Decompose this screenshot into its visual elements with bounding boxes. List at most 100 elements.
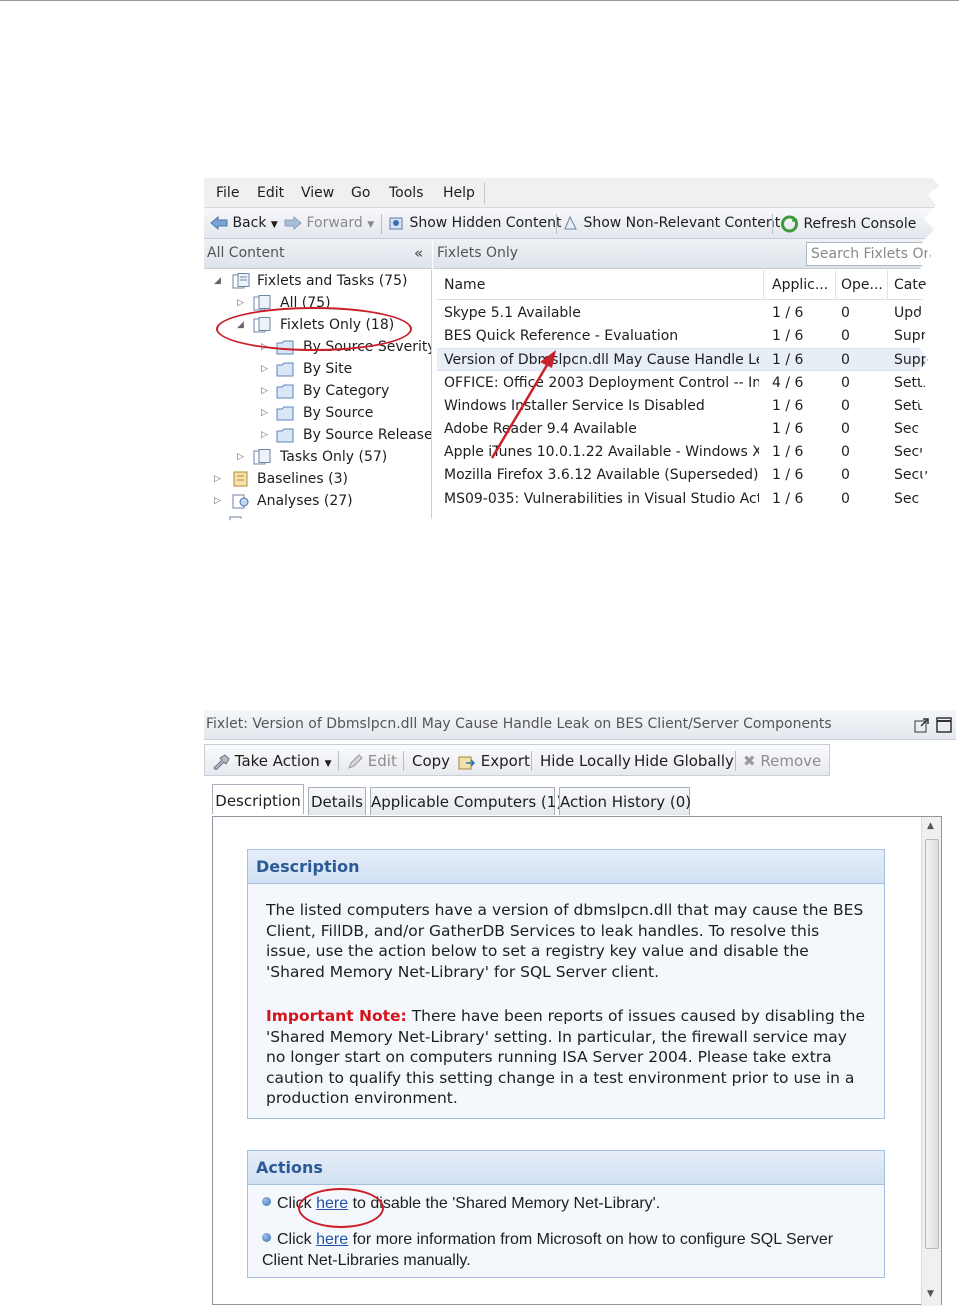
cell-open: 0: [841, 305, 850, 321]
tree-node-tasks-only[interactable]: ▷ Tasks Only (57): [237, 448, 431, 468]
folder-icon: [276, 428, 294, 443]
refresh-icon: [781, 215, 798, 233]
fixlet-title: Fixlet: Version of Dbmslpcn.dll May Caus…: [206, 716, 832, 732]
collapse-pane-icon[interactable]: «: [414, 244, 423, 262]
forward-button[interactable]: Forward ▼: [284, 215, 374, 231]
cell-name: Skype 5.1 Available: [444, 305, 581, 321]
cell-applic: 1 / 6: [772, 444, 804, 461]
refresh-console-button[interactable]: Refresh Console: [780, 215, 916, 233]
menu-edit[interactable]: Edit: [257, 185, 284, 201]
cell-name: Mozilla Firefox 3.6.12 Available (Supers…: [444, 467, 759, 484]
maximize-icon[interactable]: [936, 717, 952, 733]
hide-globally-label: Hide Globally: [634, 752, 734, 770]
collapsed-triangle-icon[interactable]: ▷: [214, 496, 221, 506]
description-paragraph: The listed computers have a version of d…: [266, 901, 864, 981]
description-heading: Description: [248, 850, 884, 884]
cell-applic: 1 / 6: [772, 421, 804, 437]
hide-locally-button[interactable]: Hide Locally: [540, 752, 631, 770]
scroll-up-icon[interactable]: ▲: [927, 821, 934, 831]
expanded-triangle-icon[interactable]: ◢: [214, 276, 221, 286]
edit-label: Edit: [367, 752, 397, 770]
description-section: Description The listed computers have a …: [247, 849, 885, 1119]
remove-button[interactable]: ✖ Remove: [743, 752, 821, 770]
toolbar-separator: [531, 751, 532, 771]
fixlet-detail-screenshot: Fixlet: Version of Dbmslpcn.dll May Caus…: [204, 710, 956, 1306]
collapsed-triangle-icon[interactable]: ▷: [237, 452, 244, 462]
folder-icon: [276, 384, 294, 399]
toolbar-separator: [381, 214, 382, 234]
cell-applic: 4 / 6: [772, 374, 804, 391]
action-2: Click here for more information from Mic…: [262, 1229, 870, 1271]
menu-help[interactable]: Help: [443, 185, 475, 201]
menu-go[interactable]: Go: [351, 185, 370, 201]
take-action-icon: [213, 753, 230, 770]
highlight-ellipse: [216, 307, 412, 351]
action-1-suffix: to disable the 'Shared Memory Net-Librar…: [348, 1195, 661, 1212]
tree-node-fixlets-and-tasks[interactable]: ◢ Fixlets and Tasks (75): [214, 272, 431, 292]
left-pane-header: All Content «: [204, 239, 432, 269]
fixlet-description-panel: Description The listed computers have a …: [212, 816, 942, 1306]
cell-applic: 1 / 6: [772, 467, 804, 484]
export-button[interactable]: Export: [458, 752, 530, 770]
show-non-relevant-button[interactable]: Show Non-Relevant Content: [562, 215, 780, 231]
fixlet-folder-icon: [253, 449, 271, 465]
menu-view[interactable]: View: [301, 185, 334, 201]
collapsed-triangle-icon[interactable]: ▷: [237, 298, 244, 308]
fixlet-list-header: Name Applic... Ope... Cate: [437, 270, 944, 300]
tab-description[interactable]: Description: [212, 784, 304, 814]
copy-button[interactable]: Copy: [412, 752, 450, 770]
column-divider[interactable]: [763, 270, 764, 300]
undock-icon[interactable]: [914, 717, 930, 733]
hide-locally-label: Hide Locally: [540, 752, 631, 770]
tree-node-by-site[interactable]: ▷ By Site: [261, 360, 431, 380]
description-body: The listed computers have a version of d…: [248, 884, 884, 1121]
bullet-icon: [262, 1197, 271, 1206]
collapsed-triangle-icon[interactable]: ▷: [261, 386, 268, 396]
scroll-down-icon[interactable]: ▼: [927, 1289, 934, 1299]
tree-node-by-category[interactable]: ▷ By Category: [261, 382, 431, 402]
page-top-rule: [0, 0, 959, 1]
chevron-down-icon[interactable]: ▼: [367, 220, 374, 230]
toolbar-separator: [556, 214, 557, 234]
tree-node-by-source-release-date[interactable]: ▷ By Source Release D: [261, 426, 431, 446]
cell-applic: 1 / 6: [772, 490, 804, 507]
tab-details[interactable]: Details: [308, 787, 366, 815]
remove-label: Remove: [760, 752, 822, 770]
back-button[interactable]: Back ▼: [210, 215, 278, 231]
collapsed-triangle-icon[interactable]: ▷: [261, 364, 268, 374]
column-divider[interactable]: [887, 270, 888, 300]
table-row[interactable]: Skype 5.1 Available 1 / 6 0 Upd: [437, 302, 944, 325]
column-header-applicable[interactable]: Applic...: [772, 277, 828, 293]
vertical-scrollbar[interactable]: ▲ ▼: [921, 817, 941, 1306]
tree-label: By Site: [303, 361, 353, 377]
collapsed-triangle-icon[interactable]: ▷: [214, 474, 221, 484]
take-action-button[interactable]: Take Action ▼: [212, 752, 331, 770]
action-2-link[interactable]: here: [316, 1231, 348, 1248]
tab-action-history[interactable]: Action History (0): [559, 787, 691, 815]
tree-node-baselines[interactable]: ▷ Baselines (3): [214, 470, 429, 490]
cell-applic: 1 / 6: [772, 305, 804, 321]
collapsed-triangle-icon[interactable]: ▷: [261, 430, 268, 440]
collapsed-triangle-icon[interactable]: ▷: [261, 408, 268, 418]
tree-node-by-source[interactable]: ▷ By Source: [261, 404, 431, 424]
table-row[interactable]: Mozilla Firefox 3.6.12 Available (Supers…: [437, 464, 944, 487]
column-header-name[interactable]: Name: [444, 277, 485, 293]
cell-open: 0: [841, 421, 850, 437]
column-header-open[interactable]: Ope...: [841, 277, 883, 293]
hide-globally-button[interactable]: Hide Globally: [634, 752, 734, 770]
toolbar-separator: [735, 751, 736, 771]
table-row[interactable]: BES Quick Reference - Evaluation 1 / 6 0 Su…: [437, 325, 944, 348]
menu-tools[interactable]: Tools: [389, 185, 424, 201]
console-screenshot: File Edit View Go Tools Help Back ▼ Forw…: [204, 178, 945, 533]
show-hidden-content-button[interactable]: Show Hidden Content: [388, 215, 561, 231]
chevron-down-icon[interactable]: ▼: [271, 220, 278, 230]
scrollbar-thumb[interactable]: [925, 839, 939, 1249]
menu-bar: File Edit View Go Tools Help: [204, 178, 944, 208]
chevron-down-icon[interactable]: ▼: [325, 759, 332, 769]
tab-applicable-computers[interactable]: Applicable Computers (1): [370, 787, 562, 815]
menu-file[interactable]: File: [216, 185, 239, 201]
cell-open: 0: [841, 374, 850, 391]
fixlet-toolbar: Take Action ▼ Edit Copy Export Hide Loca…: [204, 744, 830, 776]
edit-button[interactable]: Edit: [347, 752, 397, 770]
column-divider[interactable]: [835, 270, 836, 300]
